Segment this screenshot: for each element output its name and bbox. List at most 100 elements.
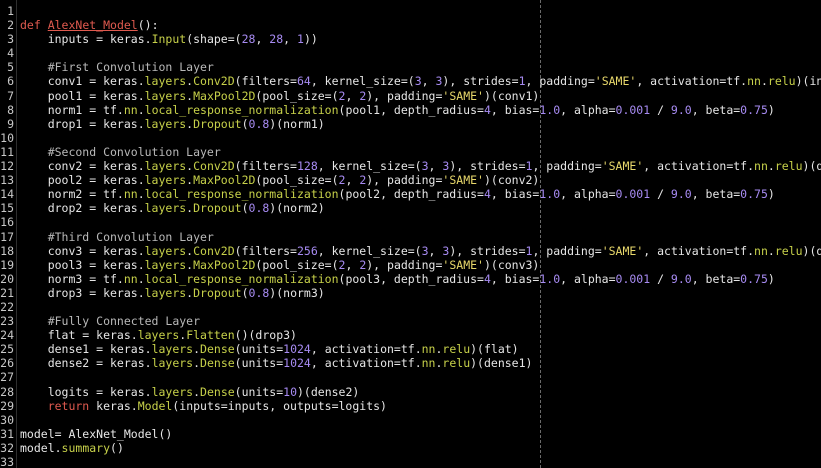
code-token: , <box>428 243 443 258</box>
line-source: #Third Convolution Layer <box>20 230 214 244</box>
code-editor[interactable]: 1 2 def AlexNet_Model(): 3 inputs = keras.I… <box>0 0 821 468</box>
line-number: 33 <box>0 455 14 468</box>
line-source: conv1 = keras.layers.Conv2D(filters=64, … <box>20 74 821 88</box>
line-number: 24 <box>0 328 14 343</box>
code-token: , beta= <box>691 102 741 117</box>
code-token: Model <box>137 398 173 413</box>
code-token: (units= <box>234 356 284 371</box>
line-number: 29 <box>0 398 14 413</box>
code-token: , kernel_size=( <box>317 243 422 258</box>
line-source: pool1 = keras.layers.MaxPool2D(pool_size… <box>20 88 540 103</box>
code-token: 'SAME' <box>601 243 644 258</box>
code-token: 1024 <box>283 342 311 357</box>
code-token: relu <box>442 342 471 357</box>
code-token: 1.0 <box>539 271 561 286</box>
code-token: model. <box>20 440 62 455</box>
code-token: Dense <box>200 356 235 371</box>
line-source: norm3 = tf.nn.local_response_normalizati… <box>20 272 775 286</box>
code-token: #Fully Connected Layer <box>20 314 201 329</box>
code-token: local_response_normalization <box>144 102 339 117</box>
code-token: (filters= <box>234 243 297 258</box>
code-token: nn <box>123 187 138 202</box>
line-number: 26 <box>0 356 14 371</box>
code-token: dense1 = keras. <box>20 342 152 357</box>
code-token: 1024 <box>283 356 311 371</box>
line-source: model= AlexNet_Model() <box>20 427 172 441</box>
code-token: Dropout <box>193 116 242 131</box>
code-token: , <box>345 88 360 103</box>
code-token: layers <box>144 257 187 272</box>
code-token: ), strides= <box>449 159 526 174</box>
code-token: relu <box>767 74 796 89</box>
line-number: 19 <box>0 257 14 272</box>
code-token: MaxPool2D <box>193 257 256 272</box>
code-token: 28 <box>241 32 256 47</box>
code-token: . <box>193 384 201 399</box>
code-token: , activation=tf. <box>636 74 748 89</box>
code-token: , kernel_size=( <box>317 159 422 174</box>
line-number: 7 <box>7 88 14 103</box>
code-token: layers <box>151 342 194 357</box>
line-number: 18 <box>0 243 14 258</box>
code-token: / <box>650 102 671 117</box>
code-token: , alpha= <box>560 187 616 202</box>
code-token: nn <box>421 342 436 357</box>
code-token: Flatten <box>186 328 235 343</box>
code-token: . <box>137 102 145 117</box>
code-token: (units= <box>234 342 284 357</box>
code-token: 4 <box>483 187 491 202</box>
code-token: (pool2, depth_radius= <box>338 187 484 202</box>
code-token: ()(drop3) <box>234 328 297 343</box>
code-token: Conv2D <box>193 159 235 174</box>
code-token: )) <box>303 32 318 47</box>
code-token: 0.001 <box>615 271 651 286</box>
code-token: def <box>20 18 48 33</box>
line-source: #Second Convolution Layer <box>20 145 221 159</box>
line-number: 15 <box>0 201 14 216</box>
code-token: 28 <box>269 32 284 47</box>
code-token: , padding= <box>532 243 602 258</box>
code-token: Dropout <box>193 201 242 216</box>
code-token: ( <box>241 116 249 131</box>
code-token: )(flat) <box>470 342 519 357</box>
code-token: norm1 = tf. <box>20 102 124 117</box>
line-source: logits = keras.layers.Dense(units=10)(de… <box>20 384 360 399</box>
code-token: (filters= <box>234 159 297 174</box>
code-token: norm2 = tf. <box>20 187 124 202</box>
line-number: 13 <box>0 173 14 188</box>
code-token: (units= <box>234 384 284 399</box>
code-token: 9.0 <box>670 102 692 117</box>
code-token: logits = keras. <box>20 384 152 399</box>
code-token: model= AlexNet_Model() <box>20 426 173 441</box>
code-token: drop3 = keras. <box>20 285 145 300</box>
code-token: , <box>255 32 270 47</box>
code-token: Input <box>151 32 187 47</box>
code-token: return <box>20 398 97 413</box>
line-number: 2 <box>7 18 14 33</box>
code-token: )(conv2) <box>483 173 540 188</box>
code-token: , <box>345 173 360 188</box>
code-token: )(norm3) <box>269 285 325 300</box>
code-token: relu <box>774 243 803 258</box>
code-token: 'SAME' <box>601 159 644 174</box>
line-source: model.summary() <box>20 441 124 455</box>
code-token: , kernel_size=( <box>310 74 415 89</box>
code-token: drop1 = keras. <box>20 116 145 131</box>
line-number: 8 <box>7 102 14 117</box>
code-token: flat = keras. <box>20 328 138 343</box>
line-number: 20 <box>0 271 14 286</box>
line-source: #First Convolution Layer <box>20 60 214 74</box>
code-token: 1 <box>518 74 526 89</box>
code-token: (pool_size=( <box>255 173 339 188</box>
code-token: layers <box>144 285 187 300</box>
right-margin-guide <box>540 0 541 468</box>
code-token: inputs = keras. <box>20 32 152 47</box>
code-token: conv2 = keras. <box>20 159 145 174</box>
line-source: pool3 = keras.layers.MaxPool2D(pool_size… <box>20 257 540 272</box>
code-token: drop2 = keras. <box>20 201 145 216</box>
line-number: 16 <box>0 215 14 230</box>
code-token: (inputs=inputs, outputs=logits) <box>172 398 387 413</box>
code-token: nn <box>754 159 768 174</box>
code-token: . <box>760 74 768 89</box>
code-token: . <box>193 342 201 357</box>
